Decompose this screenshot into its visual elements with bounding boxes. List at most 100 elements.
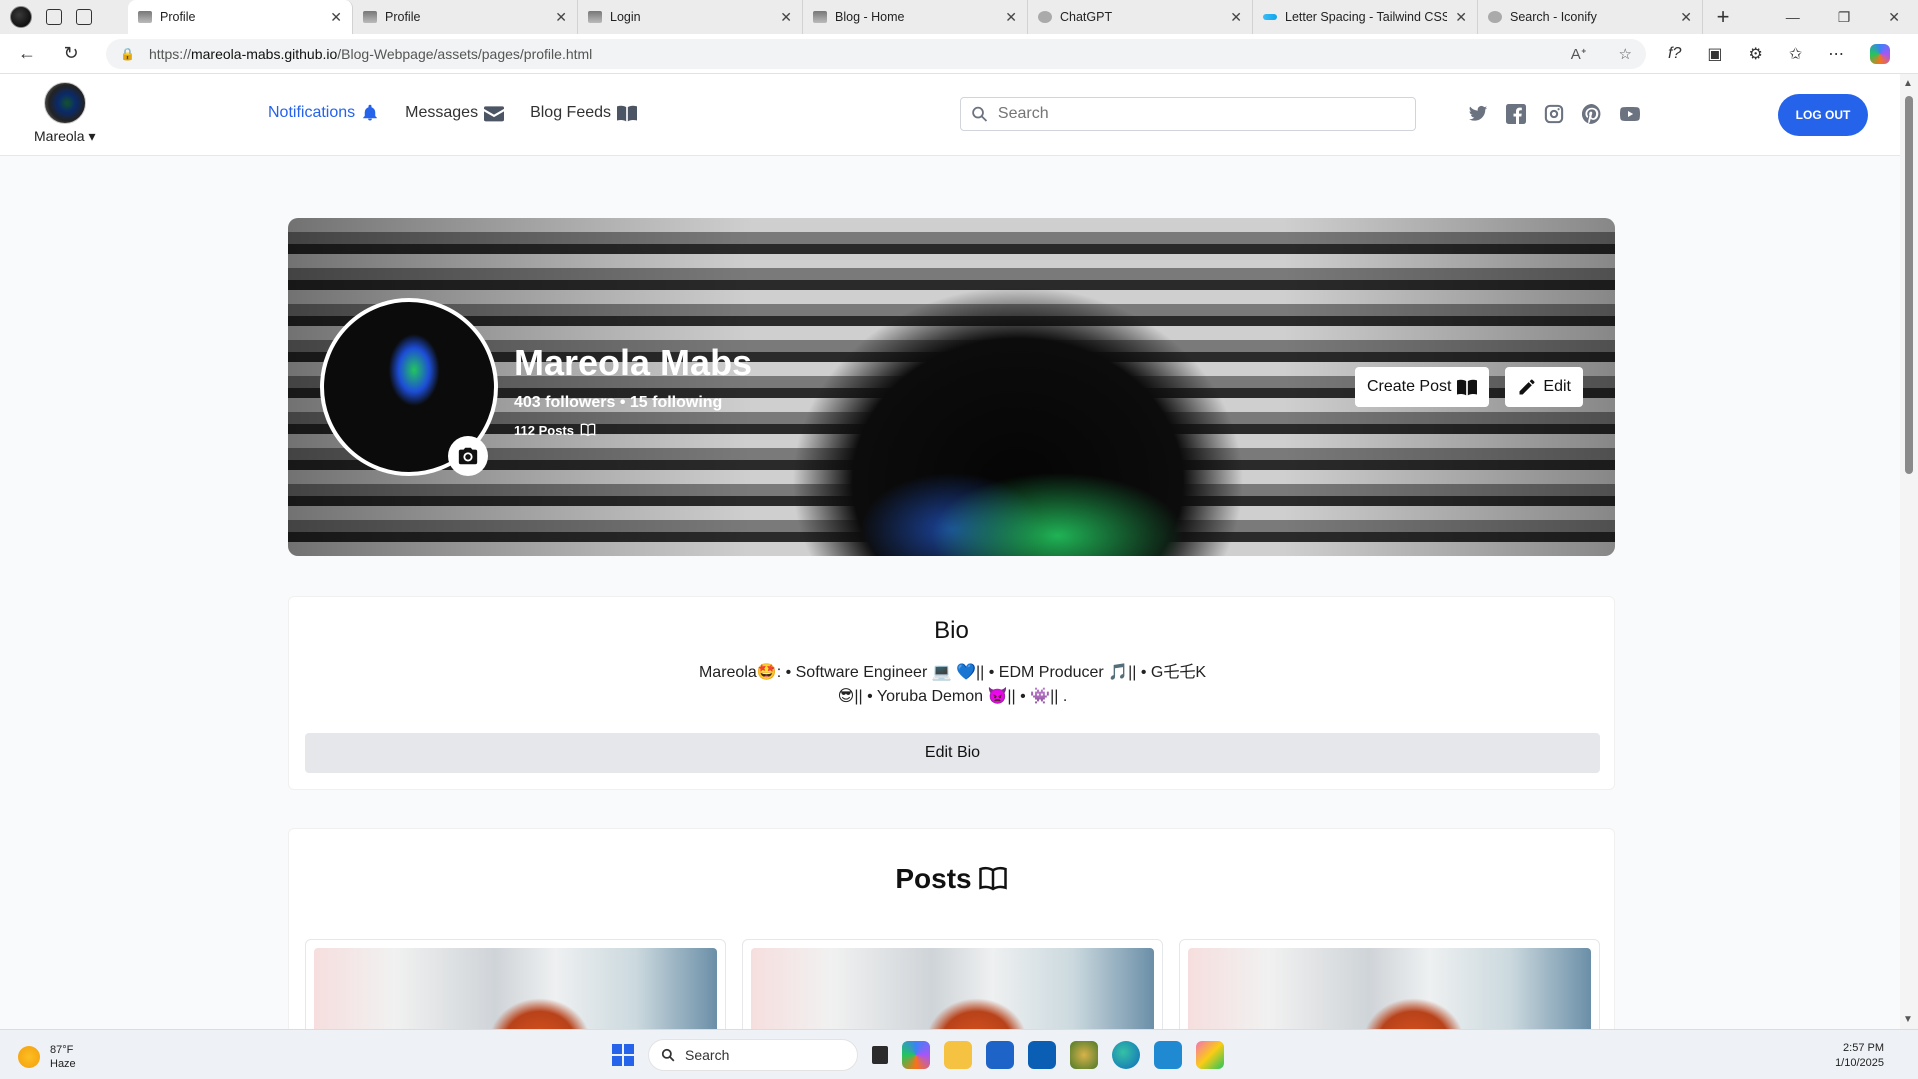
youtube-icon[interactable] [1620, 104, 1640, 124]
refresh-icon[interactable]: ↻ [54, 43, 88, 64]
scroll-down-icon[interactable]: ▼ [1903, 1014, 1913, 1025]
taskbar-search[interactable]: Search [648, 1039, 858, 1071]
app-icon[interactable] [1070, 1041, 1098, 1069]
bio-title: Bio [934, 617, 969, 644]
favorite-star-icon[interactable]: ☆ [1619, 45, 1632, 63]
close-tab-icon[interactable]: ✕ [780, 9, 792, 26]
edit-profile-button[interactable]: Edit [1505, 367, 1583, 407]
change-photo-button[interactable] [448, 436, 488, 476]
more-menu-icon[interactable]: ⋯ [1828, 44, 1844, 64]
post-card[interactable] [305, 939, 726, 1029]
windows-taskbar: 87°F Haze Search 2:57 PM 1/10/2025 [0, 1029, 1918, 1079]
search-box[interactable] [960, 97, 1416, 131]
scroll-up-icon[interactable]: ▲ [1903, 78, 1913, 89]
url-field[interactable]: 🔒 https://mareola-mabs.github.io/Blog-We… [106, 38, 1646, 69]
back-icon[interactable]: ← [10, 43, 44, 64]
user-menu[interactable]: Mareola ▾ [34, 82, 96, 145]
copilot-app-icon[interactable] [902, 1041, 930, 1069]
post-card[interactable] [742, 939, 1163, 1029]
lock-icon[interactable]: 🔒 [120, 47, 135, 61]
close-tab-icon[interactable]: ✕ [1230, 9, 1242, 26]
browser-address-bar: ← ↻ 🔒 https://mareola-mabs.github.io/Blo… [0, 34, 1918, 74]
create-post-button[interactable]: Create Post [1354, 367, 1490, 407]
site-header: Mareola ▾ Notifications Messages Blog Fe… [0, 74, 1900, 156]
nav-label: Blog Feeds [530, 104, 612, 121]
close-tab-icon[interactable]: ✕ [1005, 9, 1017, 26]
nav-item-messages[interactable]: Messages [405, 104, 505, 122]
scrollbar-thumb[interactable] [1905, 96, 1913, 474]
facebook-icon[interactable] [1506, 104, 1526, 124]
edge-browser-icon[interactable] [1112, 1041, 1140, 1069]
post-image[interactable] [314, 948, 717, 1029]
nav-item-blog-feeds[interactable]: Blog Feeds [530, 104, 638, 122]
chatgpt-favicon-icon [1038, 11, 1052, 23]
browser-tab[interactable]: Search - Iconify ✕ [1478, 0, 1703, 34]
windows-start-icon[interactable] [612, 1044, 634, 1066]
close-tab-icon[interactable]: ✕ [1680, 9, 1692, 26]
tailwind-favicon-icon [1263, 14, 1277, 20]
post-card[interactable] [1179, 939, 1600, 1029]
task-view-icon[interactable] [872, 1046, 888, 1064]
close-tab-icon[interactable]: ✕ [1455, 9, 1467, 26]
system-clock[interactable]: 2:57 PM 1/10/2025 [1835, 1041, 1884, 1071]
iconify-favicon-icon [1488, 11, 1502, 23]
read-aloud-icon[interactable]: Aᐩ [1571, 45, 1587, 63]
weather-widget[interactable]: 87°F Haze [18, 1043, 76, 1071]
favorites-icon[interactable]: ✩ [1789, 44, 1802, 64]
microsoft-store-icon[interactable] [986, 1041, 1014, 1069]
following-count[interactable]: 15 following [630, 394, 722, 411]
minimize-icon[interactable]: — [1786, 9, 1800, 26]
close-window-icon[interactable]: ✕ [1888, 9, 1900, 26]
browser-tab-bar: Profile ✕ Profile ✕ Login ✕ Blog - Home … [0, 0, 1918, 34]
vertical-tabs-icon[interactable] [76, 9, 92, 25]
social-links [1468, 104, 1640, 124]
browser-tab[interactable]: Login ✕ [578, 0, 803, 34]
workspaces-icon[interactable] [46, 9, 62, 25]
extension-app-icon[interactable]: ▣ [1707, 44, 1722, 64]
pinterest-icon[interactable] [1582, 104, 1602, 124]
avatar[interactable] [43, 82, 86, 124]
posts-section: Posts [288, 828, 1615, 1029]
tab-favicon-icon [813, 11, 827, 23]
page-scrollbar[interactable]: ▲ ▼ [1900, 74, 1918, 1029]
browser-profile-avatar[interactable] [10, 6, 32, 28]
tab-title: Profile [160, 10, 196, 24]
profile-actions: Create Post Edit [1354, 367, 1583, 407]
tab-title: Search - Iconify [1510, 10, 1597, 24]
logout-button[interactable]: LOG OUT [1778, 94, 1868, 136]
browser-tab[interactable]: Profile ✕ [128, 0, 353, 34]
post-grid [305, 939, 1600, 1029]
browser-tab[interactable]: Letter Spacing - Tailwind CSS ✕ [1253, 0, 1478, 34]
url-text: https://mareola-mabs.github.io/Blog-Webp… [148, 45, 593, 62]
outlook-icon[interactable] [1028, 1041, 1056, 1069]
tab-favicon-icon [138, 11, 152, 23]
vscode-icon[interactable] [1154, 1041, 1182, 1069]
nav-item-notifications[interactable]: Notifications [268, 104, 379, 122]
user-menu-label[interactable]: Mareola ▾ [34, 128, 96, 145]
extensions-icon[interactable]: ⚙ [1748, 44, 1762, 64]
formula-extension-icon[interactable]: f? [1668, 45, 1681, 63]
browser-tab[interactable]: Profile ✕ [353, 0, 578, 34]
restore-icon[interactable]: ❐ [1838, 9, 1851, 26]
caret-down-icon: ▾ [88, 128, 96, 144]
post-image[interactable] [1188, 948, 1591, 1029]
search-input[interactable] [997, 105, 1405, 123]
close-tab-icon[interactable]: ✕ [330, 9, 342, 26]
instagram-icon[interactable] [1544, 104, 1564, 124]
twitter-icon[interactable] [1468, 104, 1488, 124]
browser-tab[interactable]: Blog - Home ✕ [803, 0, 1028, 34]
bell-icon [363, 104, 377, 121]
copilot-icon[interactable] [1870, 43, 1891, 64]
tab-title: Letter Spacing - Tailwind CSS [1285, 10, 1448, 24]
app-icon[interactable] [1196, 1041, 1224, 1069]
main-nav: Notifications Messages Blog Feeds [268, 104, 638, 122]
post-image[interactable] [751, 948, 1154, 1029]
file-explorer-icon[interactable] [944, 1041, 972, 1069]
posts-title: Posts [289, 863, 1614, 895]
followers-count[interactable]: 403 followers [514, 394, 615, 411]
close-tab-icon[interactable]: ✕ [555, 9, 567, 26]
new-tab-button[interactable]: + [1703, 4, 1743, 30]
browser-tab[interactable]: ChatGPT ✕ [1028, 0, 1253, 34]
book-icon [617, 105, 638, 122]
edit-bio-button[interactable]: Edit Bio [305, 733, 1600, 773]
